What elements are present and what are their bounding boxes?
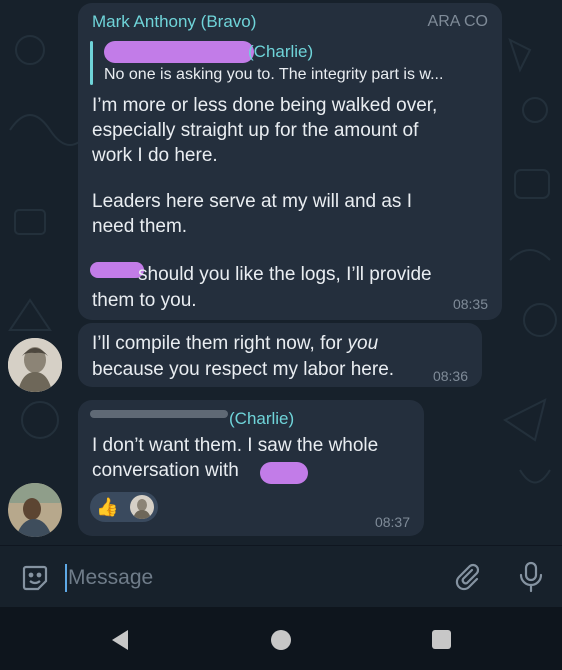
message-text-line-2: because you respect my labor here. [92,359,395,380]
message-text-paragraph-3-line-2: them to you. [92,290,197,311]
message-sender-name[interactable]: Mark Anthony (Bravo) [92,12,256,32]
chat-background: Mark Anthony (Bravo) ARA CO (Charlie) No… [0,0,562,545]
message-time: 08:37 [374,514,410,530]
message-bubble-1[interactable]: Mark Anthony (Bravo) ARA CO (Charlie) No… [78,3,502,320]
reply-preview-text: No one is asking you to. The integrity p… [104,66,444,83]
message-text-line-2: conversation with [92,460,239,481]
microphone-icon[interactable] [518,561,544,593]
sticker-icon[interactable] [20,563,50,593]
message-time: 08:35 [452,296,488,312]
message-bubble-2[interactable]: I’ll compile them right now, for you bec… [78,323,482,387]
message-text-paragraph-1: I’m more or less done being walked over,… [92,95,438,166]
admin-badge: ARA CO [427,13,488,30]
message-text-paragraph-2: Leaders here serve at my will and as I n… [92,191,412,237]
message-bubble-3[interactable]: (Charlie) I don’t want them. I saw the w… [78,400,424,536]
attach-icon[interactable] [452,562,482,592]
reply-sender-suffix: (Charlie) [248,42,314,61]
reaction-avatar[interactable] [130,495,154,519]
message-text-prefix: I’ll compile them right now, for [92,333,348,354]
redacted-name [90,262,144,278]
reactions-row[interactable]: 👍 [90,492,158,522]
message-time: 08:36 [432,368,468,384]
message-text-paragraph-3: should you like the logs, I’ll provide [138,264,432,285]
system-navigation-bar [0,607,562,670]
message-input[interactable]: Message [68,566,153,590]
redacted-name [104,41,254,63]
reply-bar [90,41,93,85]
text-cursor [65,564,67,592]
message-text-line-1: I don’t want them. I saw the whole [92,435,379,456]
avatar[interactable] [8,483,62,537]
redacted-name [90,410,228,418]
avatar[interactable] [8,338,62,392]
redacted-name [260,462,308,484]
message-text-emphasis: you [347,333,379,354]
reply-quote[interactable]: (Charlie) No one is asking you to. The i… [90,39,490,87]
thumbs-up-icon[interactable]: 👍 [96,495,118,519]
message-text-line-1: I’ll compile them right now, for you [92,331,378,356]
home-icon[interactable] [271,630,291,650]
message-sender-suffix[interactable]: (Charlie) [229,409,294,429]
message-input-bar: Message [0,545,562,607]
back-icon[interactable] [110,629,130,651]
recents-icon[interactable] [432,630,451,649]
